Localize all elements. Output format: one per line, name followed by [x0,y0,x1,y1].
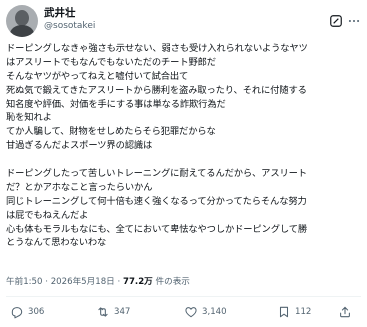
post-line: とうなんて思わないわな [6,237,107,249]
post-time[interactable]: 午前1:50 [6,277,43,287]
post-text: ドーピングしなきゃ強さも示せない、弱さも受け入れられないようなヤツ はアスリート… [6,42,363,250]
like-button[interactable]: 3,140 [184,303,227,321]
repost-count: 347 [114,307,131,317]
post-line: だ？とかアホなこと言ったらいかん [6,181,153,193]
post-line: 心も体もモラルもなにも、全てにおいて卑怯なやつしかドーピングして勝 [6,223,308,235]
author-display-name[interactable]: 武井壮 [44,6,95,20]
post-line: 知名度や評価、対価を手にする事は単なる詐欺行為だ [6,98,226,110]
heart-icon [185,307,197,318]
bookmark-icon [279,306,289,318]
meta-separator: · [45,277,48,287]
post-header: 武井壮 @sosotakei [6,4,361,40]
bookmark-count: 112 [295,307,312,317]
post-line: 恥を知れよ [6,112,52,124]
like-count: 3,140 [202,307,227,317]
post-line: はアスリートでもなんでもないただのチート野郎だ [6,56,216,68]
share-button[interactable] [338,303,352,321]
post-line: てか人騙して、財物をせしめたらそら犯罪だからな [6,126,216,138]
author-handle[interactable]: @sosotakei [44,20,95,33]
post-date[interactable]: 2026年5月18日 [51,277,115,287]
action-bar: 306 347 3,140 112 [6,303,361,321]
avatar-head-shape [15,10,29,26]
post-line: ドーピングしなきゃ強さも示せない、弱さも受け入れられないようなヤツ [6,43,308,54]
post-card: 武井壮 @sosotakei ドーピングしなきゃ強さも示せない、弱さも受け入れら… [0,0,367,327]
repost-icon [98,307,108,317]
share-icon [340,306,350,318]
more-options-icon[interactable] [347,14,361,28]
post-meta: 午前1:50 · 2026年5月18日 · 77.2万 件の表示 [6,276,190,288]
views-count[interactable]: 77.2万 [123,277,153,287]
author-block: 武井壮 @sosotakei [44,6,95,33]
reply-count: 306 [28,307,45,317]
post-line: 死ぬ気で鍛えてきたアスリートから勝利を盗み取ったり、それに付随する [6,84,307,96]
bookmark-button[interactable]: 112 [277,303,311,321]
repost-button[interactable]: 347 [96,303,130,321]
post-line: 甘過ぎるんだよスポーツ界の認識は [6,140,153,152]
post-line: は屁でもねえんだよ [6,209,89,221]
meta-separator: · [117,277,121,287]
divider [6,296,361,297]
reply-icon [11,307,23,319]
views-label: 件の表示 [155,277,190,287]
avatar-body-shape [10,25,34,37]
post-line: ドーピングしたって苦しいトレーニングに耐えてるんだから、アスリート [6,168,307,180]
avatar[interactable] [6,5,38,37]
reply-button[interactable]: 306 [10,303,44,321]
grok-icon[interactable] [329,14,343,28]
post-line: そんなヤツがやってねえと嘘付いて試合出て [6,70,189,82]
post-line: 同じトレーニングして何十倍も速く強くなるって分かってたらそんな努力 [6,195,307,207]
